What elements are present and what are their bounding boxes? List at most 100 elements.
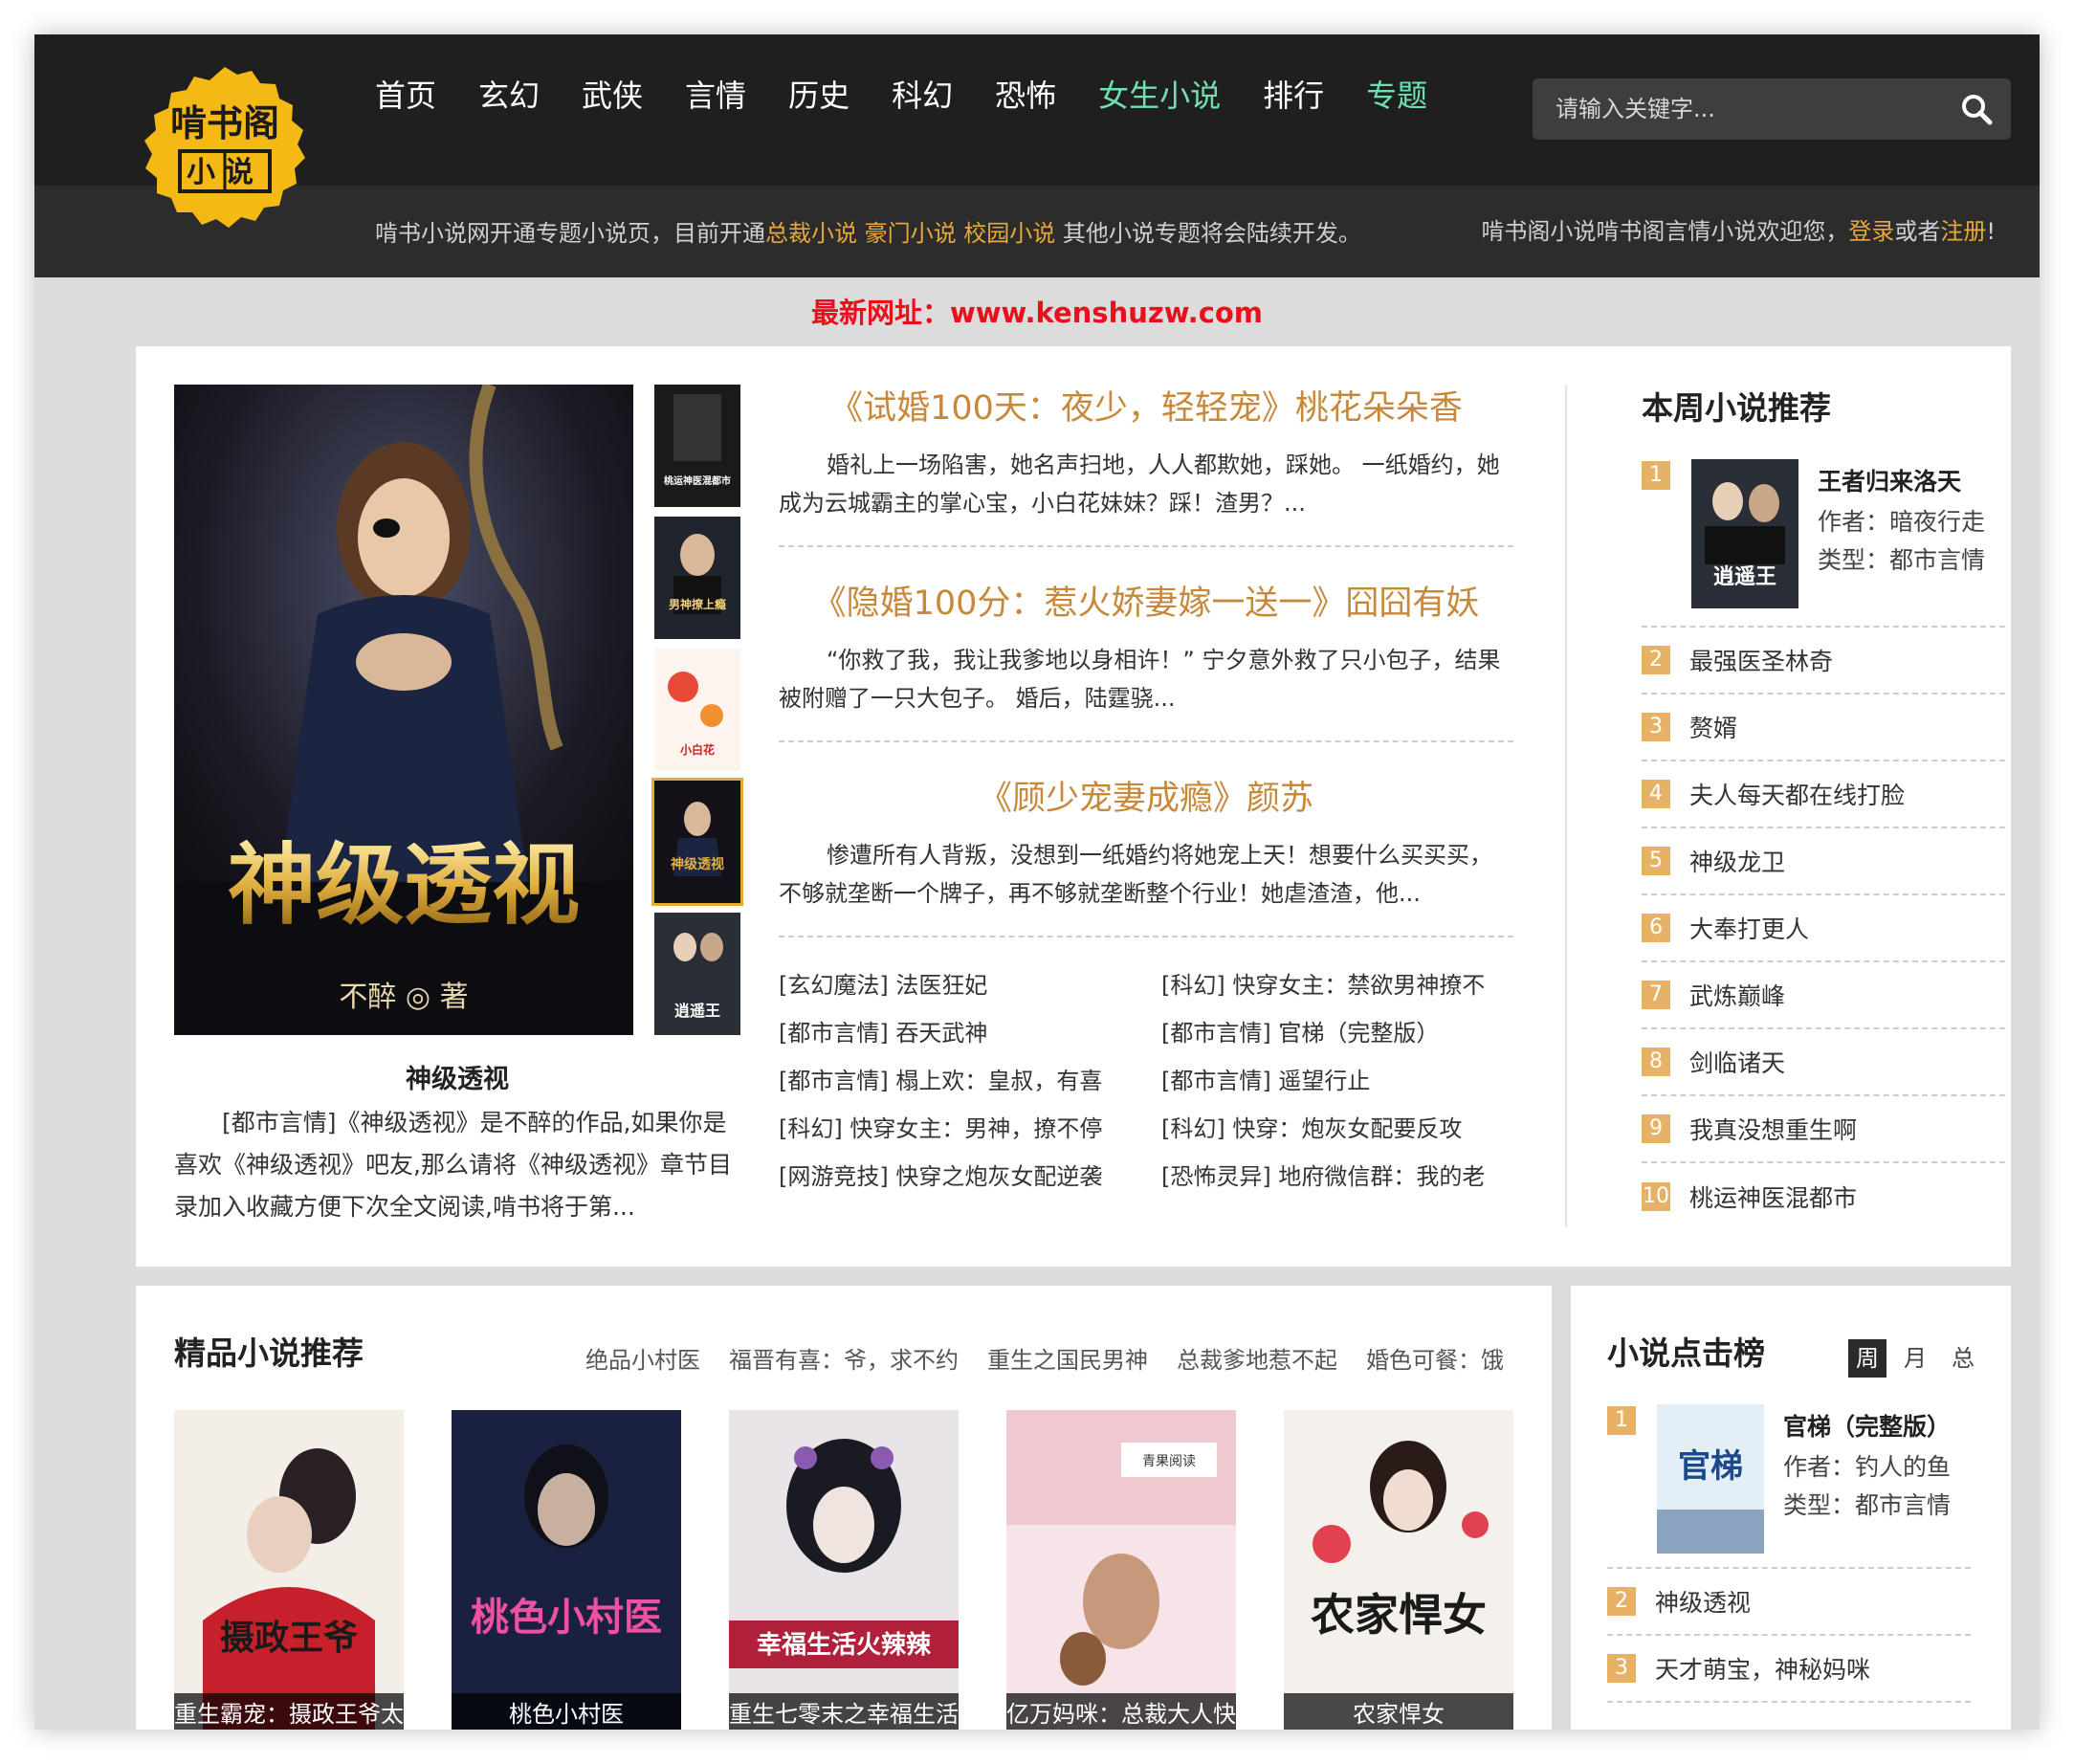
book-cover-card[interactable]: 桃色小村医 桃色小村医 bbox=[452, 1410, 681, 1730]
search-icon[interactable] bbox=[1959, 92, 1994, 126]
thumb-5[interactable]: 逍遥王 bbox=[654, 913, 740, 1035]
click-top-cover[interactable]: 官梯 bbox=[1657, 1404, 1764, 1554]
weekly-top-cover[interactable]: 逍遥王 bbox=[1691, 459, 1798, 608]
nav-wuxia[interactable]: 武侠 bbox=[582, 69, 643, 122]
cover-caption[interactable]: 农家悍女 bbox=[1284, 1693, 1513, 1730]
login-link[interactable]: 登录 bbox=[1848, 218, 1894, 245]
ranking-item[interactable]: 8 剑临诸天 bbox=[1642, 1029, 2005, 1096]
nav-home[interactable]: 首页 bbox=[375, 69, 436, 122]
ranking-item-name[interactable]: 武炼巅峰 bbox=[1689, 978, 1785, 1012]
topic-link-zongcai[interactable]: 总裁小说 bbox=[765, 220, 857, 247]
nav-lishi[interactable]: 历史 bbox=[788, 69, 849, 122]
search-input[interactable] bbox=[1533, 78, 1944, 140]
thumb-1[interactable]: 桃运神医混都市 bbox=[654, 385, 740, 507]
site-logo[interactable]: 啃书阁 小说 bbox=[136, 63, 314, 241]
topic-link-xiaoyuan[interactable]: 校园小说 bbox=[963, 220, 1055, 247]
click-top-name[interactable]: 官梯（完整版） bbox=[1783, 1408, 1951, 1443]
ranking-item[interactable]: 6 大奉打更人 bbox=[1642, 895, 2005, 962]
list-item[interactable]: [科幻] 快穿：炮灰女配要反攻 bbox=[1161, 1112, 1513, 1146]
thumb-2[interactable]: 男神撩上瘾 bbox=[654, 517, 740, 639]
cover-caption[interactable]: 重生霸宠：摄政王爷太 bbox=[174, 1693, 404, 1730]
list-item[interactable]: [都市言情] 吞天武神 bbox=[779, 1016, 1161, 1050]
ranking-item[interactable]: 5 神级龙卫 bbox=[1642, 828, 2005, 895]
click-top-author: 作者：钓人的鱼 bbox=[1783, 1453, 1952, 1481]
click-ranking-list: 1 官梯 官梯（完整版） 作者：钓人的鱼 类型：都市言情 2 神级透视 3 天才萌宝… bbox=[1607, 1404, 1971, 1703]
premium-link[interactable]: 婚色可餐：饿 bbox=[1366, 1341, 1504, 1375]
ranking-item[interactable]: 2 最强医圣林奇 bbox=[1642, 628, 2005, 695]
nav-zhuanti[interactable]: 专题 bbox=[1366, 69, 1427, 122]
ranking-item[interactable]: 3 天才萌宝，神秘妈咪 bbox=[1607, 1636, 1971, 1703]
tab-week[interactable]: 周 bbox=[1848, 1339, 1886, 1378]
divider bbox=[779, 545, 1513, 547]
premium-link[interactable]: 绝品小村医 bbox=[585, 1341, 700, 1375]
book-cover-card[interactable]: 摄政王爷 重生霸宠：摄政王爷太 bbox=[174, 1410, 404, 1730]
click-top-item[interactable]: 1 官梯 官梯（完整版） 作者：钓人的鱼 类型：都市言情 bbox=[1607, 1404, 1971, 1569]
rank-number: 2 bbox=[1607, 1587, 1636, 1616]
weekly-top-genre: 类型：都市言情 bbox=[1818, 546, 1986, 574]
ranking-item-name[interactable]: 最强医圣林奇 bbox=[1689, 643, 1833, 677]
ranking-item-name[interactable]: 赘婿 bbox=[1689, 710, 1737, 744]
divider bbox=[779, 740, 1513, 742]
tab-month[interactable]: 月 bbox=[1896, 1339, 1934, 1378]
topic-link-haomen[interactable]: 豪门小说 bbox=[865, 220, 957, 247]
featured-book-title[interactable]: 神级透视 bbox=[174, 1058, 740, 1095]
cover-caption[interactable]: 桃色小村医 bbox=[452, 1693, 681, 1730]
premium-link[interactable]: 总裁爹地惹不起 bbox=[1177, 1341, 1337, 1375]
ranking-item-name[interactable]: 神级龙卫 bbox=[1689, 844, 1785, 878]
ranking-item[interactable]: 9 我真没想重生啊 bbox=[1642, 1096, 2005, 1163]
nav-kehuan[interactable]: 科幻 bbox=[892, 69, 953, 122]
book-cover-card[interactable]: 幸福生活火辣辣 重生七零末之幸福生活 bbox=[729, 1410, 959, 1730]
premium-link[interactable]: 重生之国民男神 bbox=[987, 1341, 1148, 1375]
cover-art-text: 青果阅读 bbox=[1142, 1453, 1196, 1469]
nav-kongbu[interactable]: 恐怖 bbox=[995, 69, 1056, 122]
thumb-4[interactable]: 神级透视 bbox=[651, 778, 743, 906]
divider bbox=[1565, 385, 1567, 1226]
nav-xuanhuan[interactable]: 玄幻 bbox=[478, 69, 540, 122]
list-item[interactable]: [都市言情] 遥望行止 bbox=[1161, 1064, 1513, 1098]
welcome-end: ! bbox=[1986, 218, 1996, 245]
nav-yanqing[interactable]: 言情 bbox=[685, 69, 746, 122]
cover-art-text: 桃色小村医 bbox=[471, 1596, 662, 1640]
nav-nvsheng[interactable]: 女生小说 bbox=[1098, 69, 1221, 122]
rank-number: 5 bbox=[1642, 847, 1670, 875]
book-cover-card[interactable]: 农家悍女 农家悍女 bbox=[1284, 1410, 1513, 1730]
ranking-item-name[interactable]: 大奉打更人 bbox=[1689, 911, 1809, 945]
register-link[interactable]: 注册 bbox=[1940, 218, 1986, 245]
list-item[interactable]: [都市言情] 官梯（完整版） bbox=[1161, 1016, 1513, 1050]
ranking-item[interactable]: 4 夫人每天都在线打脸 bbox=[1642, 761, 2005, 828]
list-item[interactable]: [玄幻魔法] 法医狂妃 bbox=[779, 968, 1161, 1003]
featured-book-desc: [都市言情]《神级透视》是不醉的作品,如果你是喜欢《神级透视》吧友,那么请将《神… bbox=[174, 1109, 732, 1221]
weekly-top-item[interactable]: 1 逍遥王 王者归来洛天 作者：暗夜行走 类型：都市言情 bbox=[1642, 459, 2005, 628]
divider bbox=[779, 936, 1513, 937]
ranking-item-name[interactable]: 桃运神医混都市 bbox=[1689, 1180, 1857, 1214]
list-item[interactable]: [网游竞技] 快穿之炮灰女配逆袭 bbox=[779, 1159, 1161, 1194]
ranking-item-name[interactable]: 神级透视 bbox=[1655, 1584, 1751, 1619]
list-item[interactable]: [恐怖灵异] 地府微信群：我的老 bbox=[1161, 1159, 1513, 1194]
story-3-title[interactable]: 《顾少宠妻成瘾》颜苏 bbox=[779, 775, 1513, 823]
rank-number: 7 bbox=[1642, 981, 1670, 1009]
story-2-title[interactable]: 《隐婚100分：惹火娇妻嫁一送一》囧囧有妖 bbox=[779, 580, 1513, 628]
weekly-top-name[interactable]: 王者归来洛天 bbox=[1818, 463, 1961, 497]
list-item[interactable]: [科幻] 快穿女主：禁欲男神撩不 bbox=[1161, 968, 1513, 1003]
nav-paihang[interactable]: 排行 bbox=[1263, 69, 1324, 122]
ranking-item-name[interactable]: 天才萌宝，神秘妈咪 bbox=[1655, 1651, 1870, 1686]
ranking-item[interactable]: 3 赘婿 bbox=[1642, 695, 2005, 761]
ranking-item-name[interactable]: 夫人每天都在线打脸 bbox=[1689, 777, 1905, 811]
cover-caption[interactable]: 重生七零末之幸福生活 bbox=[729, 1693, 959, 1730]
story-1-title[interactable]: 《试婚100天：夜少，轻轻宠》桃花朵朵香 bbox=[779, 385, 1513, 432]
ranking-item-name[interactable]: 我真没想重生啊 bbox=[1689, 1112, 1857, 1146]
featured-big-cover[interactable]: 神级透视 不醉 ◎ 著 bbox=[174, 385, 633, 1035]
ranking-item[interactable]: 2 神级透视 bbox=[1607, 1569, 1971, 1636]
tab-total[interactable]: 总 bbox=[1944, 1339, 1982, 1378]
book-cover-card[interactable]: 青果阅读 亿万妈咪：总裁大人快 bbox=[1006, 1410, 1236, 1730]
ranking-item[interactable]: 10 桃运神医混都市 bbox=[1642, 1163, 2005, 1230]
thumb-3[interactable]: 小白花 bbox=[654, 649, 740, 771]
list-item[interactable]: [科幻] 快穿女主：男神，撩不停 bbox=[779, 1112, 1161, 1146]
cover-caption[interactable]: 亿万妈咪：总裁大人快 bbox=[1006, 1693, 1236, 1730]
list-item[interactable]: [都市言情] 榻上欢：皇叔，有喜 bbox=[779, 1064, 1161, 1098]
click-ranking-title: 小说点击榜 bbox=[1607, 1334, 1765, 1372]
ranking-item-name[interactable]: 剑临诸天 bbox=[1689, 1045, 1785, 1079]
ranking-item[interactable]: 7 武炼巅峰 bbox=[1642, 962, 2005, 1029]
premium-link[interactable]: 福晋有喜：爷，求不约 bbox=[729, 1341, 959, 1375]
thumb-4-text: 神级透视 bbox=[671, 856, 724, 872]
